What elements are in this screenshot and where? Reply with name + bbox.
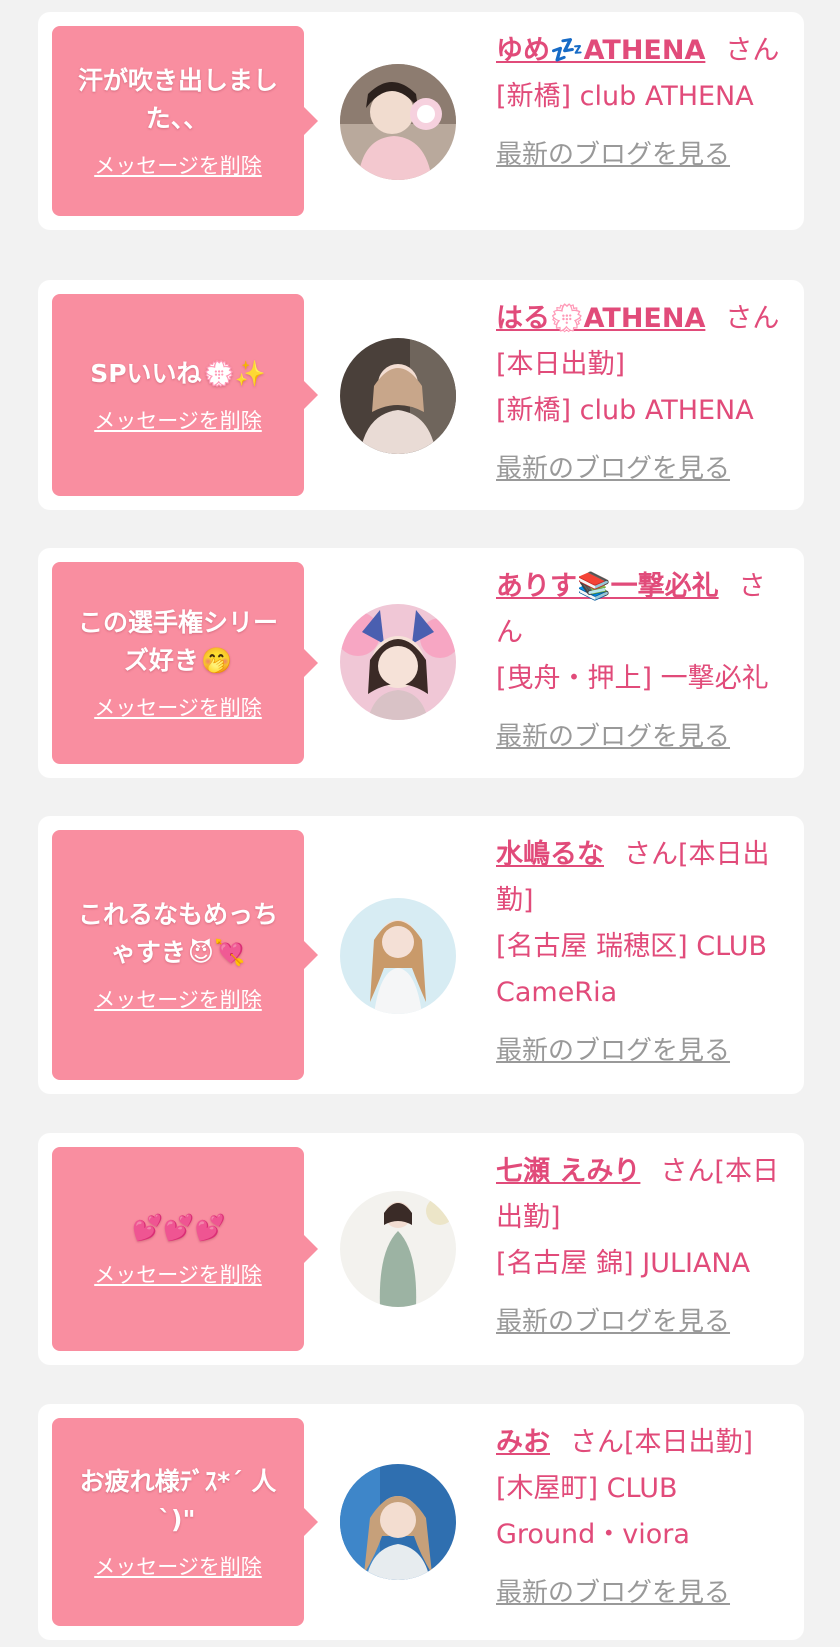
message-bubble: この選手権シリーズ好き🤭 メッセージを削除 xyxy=(52,562,318,764)
delete-message-link[interactable]: メッセージを削除 xyxy=(94,1551,262,1581)
message-card: この選手権シリーズ好き🤭 メッセージを削除 ありす📚一撃必礼 さん [曳舟・押上]… xyxy=(38,548,804,778)
latest-blog-link[interactable]: 最新のブログを見る xyxy=(496,1570,730,1616)
cast-name-link[interactable]: 七瀬 えみり xyxy=(496,1156,640,1187)
message-card: お疲れ様ﾃﾞｽ*´ 人`)" メッセージを削除 みお さん[本日出勤] [木屋町]… xyxy=(38,1404,804,1640)
message-bubble: 💕💕💕 メッセージを削除 xyxy=(52,1147,318,1351)
latest-blog-link[interactable]: 最新のブログを見る xyxy=(496,714,730,760)
shop-label: [新橋] club ATHENA xyxy=(496,81,754,112)
latest-blog-link[interactable]: 最新のブログを見る xyxy=(496,1028,730,1074)
cast-name-link[interactable]: みお xyxy=(496,1427,550,1458)
cast-info: はる💮ATHENA さん[本日出勤] [新橋] club ATHENA 最新のブロ… xyxy=(496,296,786,492)
message-text: この選手権シリーズ好き🤭 xyxy=(77,608,278,675)
latest-blog-link[interactable]: 最新のブログを見る xyxy=(496,132,730,178)
cast-avatar[interactable] xyxy=(340,1464,456,1580)
delete-message-link[interactable]: メッセージを削除 xyxy=(94,150,262,180)
delete-message-link[interactable]: メッセージを削除 xyxy=(94,984,262,1014)
cast-name-link[interactable]: 水嶋るな xyxy=(496,839,604,870)
avatar-photo-icon xyxy=(340,898,456,1014)
delete-message-link[interactable]: メッセージを削除 xyxy=(94,1259,262,1289)
message-bubble: 汗が吹き出しました、、 メッセージを削除 xyxy=(52,26,318,216)
cast-avatar[interactable] xyxy=(340,64,456,180)
message-text: SPいいね💮✨ xyxy=(90,359,266,388)
cast-avatar[interactable] xyxy=(340,338,456,454)
cast-avatar[interactable] xyxy=(340,898,456,1014)
name-suffix: さん xyxy=(725,35,780,66)
cast-info: 水嶋るな さん[本日出勤] [名古屋 瑞穂区] CLUB CameRia 最新のブ… xyxy=(496,832,786,1074)
message-text: お疲れ様ﾃﾞｽ*´ 人`)" xyxy=(79,1467,277,1534)
shop-label: [名古屋 錦] JULIANA xyxy=(496,1248,751,1279)
cast-name-link[interactable]: はる💮ATHENA xyxy=(496,303,705,334)
cast-avatar[interactable] xyxy=(340,604,456,720)
cast-info: みお さん[本日出勤] [木屋町] CLUB Ground・viora 最新のブロ… xyxy=(496,1420,786,1616)
avatar-photo-icon xyxy=(340,1464,456,1580)
name-suffix: さん[本日出勤] xyxy=(570,1427,754,1458)
message-card: SPいいね💮✨ メッセージを削除 はる💮ATHENA さん[本日出勤] [新橋] … xyxy=(38,280,804,510)
cast-avatar[interactable] xyxy=(340,1191,456,1307)
shop-label: [木屋町] CLUB Ground・viora xyxy=(496,1473,690,1550)
message-card: 汗が吹き出しました、、 メッセージを削除 ゆめ💤ATHENA さん [新橋] cl… xyxy=(38,12,804,230)
avatar-photo-icon xyxy=(340,604,456,720)
message-text: 💕💕💕 xyxy=(132,1213,226,1242)
message-bubble: これるなもめっちゃすき😈💘 メッセージを削除 xyxy=(52,830,318,1080)
message-card: これるなもめっちゃすき😈💘 メッセージを削除 水嶋るな さん[本日出勤] [名古屋… xyxy=(38,816,804,1094)
cast-name-link[interactable]: ありす📚一撃必礼 xyxy=(496,571,719,602)
shop-label: [曳舟・押上] 一撃必礼 xyxy=(496,663,769,694)
message-text: これるなもめっちゃすき😈💘 xyxy=(77,900,278,967)
message-bubble: SPいいね💮✨ メッセージを削除 xyxy=(52,294,318,496)
latest-blog-link[interactable]: 最新のブログを見る xyxy=(496,1299,730,1345)
cast-info: ありす📚一撃必礼 さん [曳舟・押上] 一撃必礼 最新のブログを見る xyxy=(496,564,786,760)
shop-label: [新橋] club ATHENA xyxy=(496,395,754,426)
cast-name-link[interactable]: ゆめ💤ATHENA xyxy=(496,35,705,66)
message-bubble: お疲れ様ﾃﾞｽ*´ 人`)" メッセージを削除 xyxy=(52,1418,318,1626)
message-card: 💕💕💕 メッセージを削除 七瀬 えみり さん[本日出勤] [名古屋 錦] JULI… xyxy=(38,1133,804,1365)
shop-label: [名古屋 瑞穂区] CLUB CameRia xyxy=(496,931,768,1008)
delete-message-link[interactable]: メッセージを削除 xyxy=(94,692,262,722)
delete-message-link[interactable]: メッセージを削除 xyxy=(94,405,262,435)
avatar-photo-icon xyxy=(340,338,456,454)
message-text: 汗が吹き出しました、、 xyxy=(77,66,278,133)
cast-info: ゆめ💤ATHENA さん [新橋] club ATHENA 最新のブログを見る xyxy=(496,28,786,178)
latest-blog-link[interactable]: 最新のブログを見る xyxy=(496,446,730,492)
message-list: 汗が吹き出しました、、 メッセージを削除 ゆめ💤ATHENA さん [新橋] cl… xyxy=(0,0,840,1647)
cast-info: 七瀬 えみり さん[本日出勤] [名古屋 錦] JULIANA 最新のブログを見る xyxy=(496,1149,786,1345)
avatar-photo-icon xyxy=(340,64,456,180)
avatar-photo-icon xyxy=(340,1191,456,1307)
